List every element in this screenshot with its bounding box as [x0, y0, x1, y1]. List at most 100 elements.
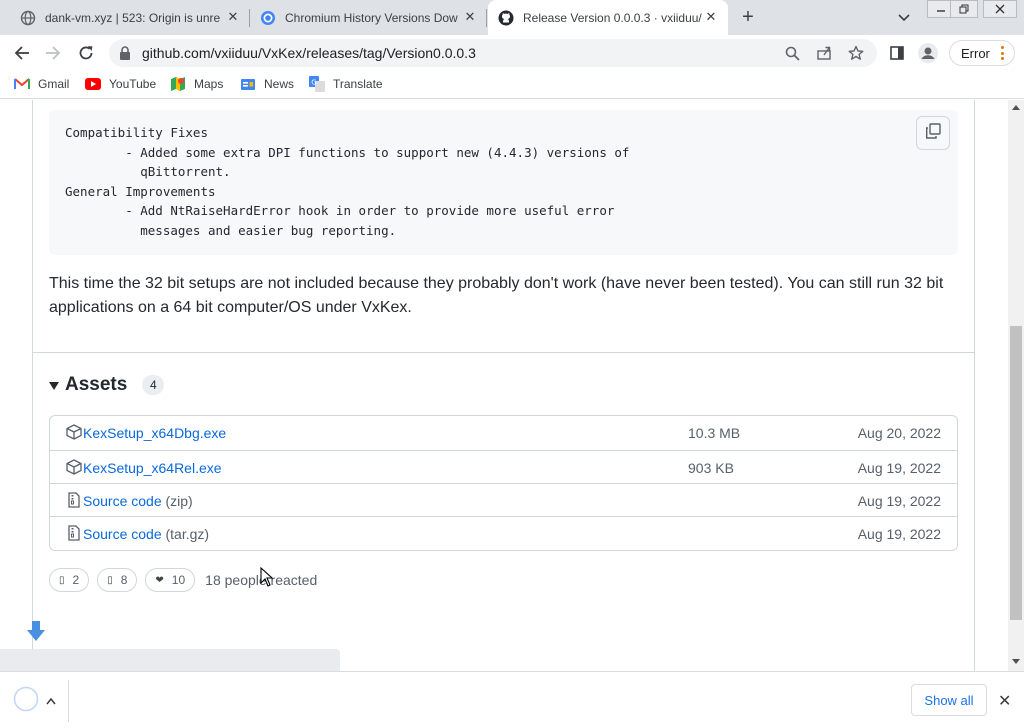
- bookmark-gmail[interactable]: Gmail: [14, 76, 69, 92]
- assets-count-badge: 4: [142, 375, 165, 395]
- release-notes-code-block: Compatibility Fixes - Added some extra D…: [49, 110, 958, 255]
- new-tab-plus-icon[interactable]: +: [737, 6, 759, 28]
- browser-toolbar: github.com/vxiiduu/VxKex/releases/tag/Ve…: [0, 35, 1024, 70]
- news-icon: [240, 76, 256, 92]
- bookmark-news[interactable]: News: [240, 76, 294, 92]
- address-bar[interactable]: github.com/vxiiduu/VxKex/releases/tag/Ve…: [109, 39, 877, 67]
- reaction-emoji-icon: ▯: [107, 574, 113, 586]
- reactions-bar: ▯ 2 ▯ 8 ❤ 10 18 people reacted: [49, 568, 317, 592]
- asset-link[interactable]: KexSetup_x64Rel.exe: [83, 460, 222, 476]
- reaction-button[interactable]: ▯ 2: [49, 568, 90, 592]
- chromium-history-icon: [260, 10, 276, 26]
- copy-icon: [925, 122, 941, 144]
- asset-size: 903 KB: [688, 460, 734, 476]
- asset-link[interactable]: KexSetup_x64Dbg.exe: [83, 425, 226, 441]
- zoom-search-icon[interactable]: [784, 45, 800, 61]
- asset-date: Aug 19, 2022: [857, 460, 941, 476]
- globe-icon: [20, 10, 36, 26]
- bookmark-label: YouTube: [109, 77, 157, 91]
- maps-icon: [170, 76, 186, 92]
- show-all-button[interactable]: Show all: [911, 684, 987, 716]
- asset-date: Aug 20, 2022: [857, 425, 941, 441]
- asset-date: Aug 19, 2022: [857, 526, 941, 542]
- bookmark-label: Translate: [333, 77, 383, 91]
- chevron-up-icon[interactable]: [46, 692, 56, 710]
- tab-dank-vm[interactable]: dank-vm.xyz | 523: Origin is unre ✕: [0, 0, 250, 35]
- translate-icon: G: [309, 76, 325, 92]
- asset-row: Source code (zip) Aug 19, 2022: [50, 483, 957, 516]
- browser-window: dank-vm.xyz | 523: Origin is unre ✕ Chro…: [0, 0, 1024, 728]
- file-zip-icon: [66, 525, 82, 541]
- tab-strip: dank-vm.xyz | 523: Origin is unre ✕ Chro…: [0, 0, 1024, 35]
- scroll-down-arrow-icon[interactable]: [26, 620, 46, 642]
- download-item[interactable]: [12, 686, 68, 716]
- bookmark-star-icon[interactable]: [848, 45, 864, 61]
- tab-title: Release Version 0.0.0.3 · vxiiduu/: [523, 10, 702, 25]
- package-icon: [66, 459, 82, 475]
- asset-row: KexSetup_x64Rel.exe 903 KB Aug 19, 2022: [50, 450, 957, 483]
- copy-code-button[interactable]: [916, 116, 950, 150]
- assets-title: Assets: [65, 374, 128, 395]
- bookmark-label: News: [264, 77, 295, 91]
- reload-icon[interactable]: [75, 42, 97, 64]
- mouse-cursor-icon: [260, 566, 274, 592]
- url-text[interactable]: github.com/vxiiduu/VxKex/releases/tag/Ve…: [142, 45, 476, 61]
- scroll-up-icon[interactable]: [1012, 105, 1020, 110]
- divider: [68, 680, 69, 722]
- bookmark-label: Maps: [194, 77, 224, 91]
- more-vert-icon: [1001, 46, 1005, 60]
- close-download-shelf-icon[interactable]: ✕: [998, 691, 1011, 711]
- share-icon[interactable]: [816, 45, 832, 61]
- scroll-down-icon[interactable]: [1012, 659, 1020, 664]
- tab-search-chevron-icon[interactable]: [896, 9, 912, 25]
- download-shelf: Show all ✕: [0, 671, 1024, 728]
- side-panel-icon[interactable]: [886, 42, 908, 64]
- asset-row: Source code (tar.gz) Aug 19, 2022: [50, 516, 957, 549]
- asset-row: KexSetup_x64Dbg.exe 10.3 MB Aug 20, 2022: [50, 416, 957, 449]
- bookmark-translate[interactable]: G Translate: [309, 76, 383, 92]
- bookmark-maps[interactable]: Maps: [170, 76, 223, 92]
- tab-release-active[interactable]: Release Version 0.0.0.3 · vxiiduu/ ✕: [488, 0, 728, 35]
- status-bubble: [0, 649, 340, 671]
- forward-arrow-icon[interactable]: [42, 42, 64, 64]
- assets-toggle[interactable]: Assets 4: [49, 374, 165, 396]
- gmail-icon: [14, 76, 30, 92]
- file-zip-icon: [66, 492, 82, 508]
- profile-avatar-icon[interactable]: [917, 42, 939, 64]
- asset-link[interactable]: Source code (tar.gz): [83, 526, 209, 542]
- tab-title: dank-vm.xyz | 523: Origin is unre: [45, 10, 220, 25]
- page-viewport: Compatibility Fixes - Added some extra D…: [0, 100, 1008, 671]
- download-progress-icon: [12, 685, 40, 718]
- section-divider: [33, 352, 974, 353]
- close-tab-icon[interactable]: ✕: [226, 10, 240, 24]
- lock-icon[interactable]: [119, 46, 131, 65]
- vertical-scrollbar[interactable]: [1008, 100, 1024, 671]
- error-label: Error: [961, 45, 990, 61]
- close-tab-icon[interactable]: ✕: [463, 10, 477, 24]
- tab-title: Chromium History Versions Dow: [285, 10, 458, 25]
- back-arrow-icon[interactable]: [11, 42, 33, 64]
- tab-chromium-history[interactable]: Chromium History Versions Dow ✕: [250, 0, 487, 35]
- release-description: This time the 32 bit setups are not incl…: [49, 275, 944, 316]
- bookmarks-bar: Gmail YouTube Maps News G Translate: [0, 70, 1024, 99]
- bookmark-youtube[interactable]: YouTube: [85, 76, 156, 92]
- asset-date: Aug 19, 2022: [857, 493, 941, 509]
- youtube-icon: [85, 76, 101, 92]
- asset-link[interactable]: Source code (zip): [83, 493, 193, 509]
- close-window-icon[interactable]: [983, 0, 1017, 18]
- package-icon: [66, 424, 82, 440]
- asset-size: 10.3 MB: [688, 425, 741, 441]
- bookmark-label: Gmail: [38, 77, 70, 91]
- github-icon: [498, 10, 514, 26]
- restore-window-icon[interactable]: [950, 0, 978, 18]
- reaction-button[interactable]: ▯ 8: [97, 568, 138, 592]
- asset-list: KexSetup_x64Dbg.exe 10.3 MB Aug 20, 2022…: [49, 415, 958, 551]
- error-menu-button[interactable]: Error: [949, 40, 1015, 66]
- svg-text:G: G: [311, 79, 316, 87]
- reaction-button[interactable]: ❤ 10: [145, 568, 196, 592]
- close-tab-icon[interactable]: ✕: [704, 10, 718, 24]
- caret-down-icon: [49, 382, 59, 390]
- scrollbar-thumb[interactable]: [1010, 326, 1022, 620]
- reaction-emoji-icon: ▯: [59, 574, 65, 586]
- heart-icon: ❤: [155, 574, 164, 586]
